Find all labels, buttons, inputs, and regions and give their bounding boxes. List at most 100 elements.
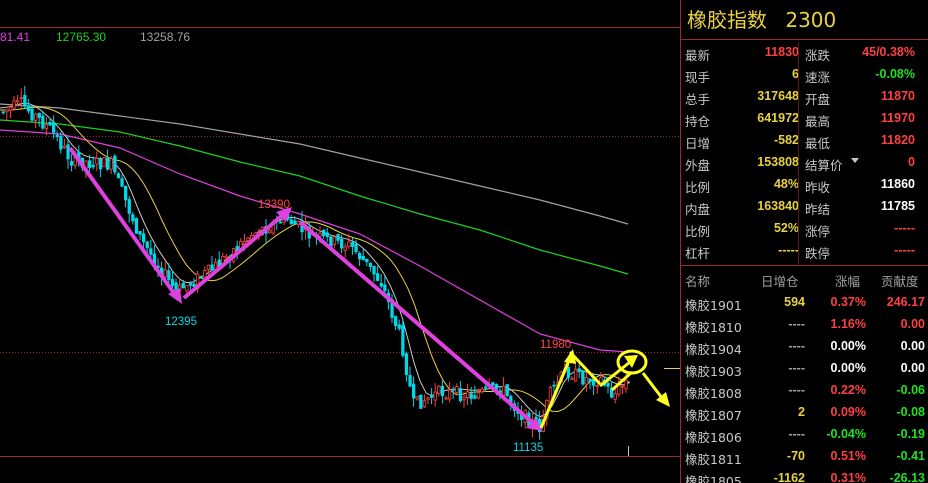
candle-body — [321, 229, 326, 236]
candle-body — [102, 157, 106, 168]
contract-row[interactable]: 橡胶1903 ---- 0.00% 0.00 — [681, 358, 928, 380]
yellow-arrow-1-shaft — [539, 357, 572, 429]
candle-body — [422, 400, 427, 408]
candle-body — [52, 121, 56, 133]
quote-label: 外盘 — [685, 158, 711, 173]
header-daily-oi[interactable]: 日增仓 — [761, 271, 799, 290]
candle-body — [289, 219, 293, 225]
panel-title: 橡胶指数 2300 — [681, 0, 928, 40]
contract-row[interactable]: 橡胶1808 ---- 0.22% -0.06 — [681, 380, 928, 402]
contract-row[interactable]: 橡胶1807 2 0.09% -0.08 — [681, 402, 928, 424]
header-change-pct[interactable]: 涨幅 — [835, 271, 860, 290]
candlesticks — [1, 85, 628, 440]
kline-chart[interactable]: 13390 12395 11980 11135 81.41 12765.30 1… — [0, 0, 680, 483]
candle-body — [170, 279, 175, 286]
contract-change-pct: 0.22% — [830, 383, 866, 397]
candle-body — [592, 379, 596, 386]
contract-row[interactable]: 橡胶1901 594 0.37% 246.17 — [681, 292, 928, 314]
contract-row[interactable]: 橡胶1806 ---- -0.04% -0.19 — [681, 424, 928, 446]
contract-name: 橡胶1808 — [685, 386, 742, 401]
quote-value: 11820 — [880, 133, 915, 147]
quote-label: 比例 — [685, 224, 711, 239]
candle-body — [584, 376, 589, 385]
moving-averages — [0, 102, 631, 418]
candle-body — [181, 282, 185, 289]
candle-body — [106, 157, 110, 170]
contract-change-pct: 1.16% — [830, 317, 866, 331]
candle-body — [149, 248, 153, 255]
quote-value: 11870 — [880, 89, 915, 103]
candle-body — [393, 316, 398, 326]
candle-body — [1, 111, 5, 114]
settlement-dropdown-icon[interactable] — [851, 158, 859, 163]
candle-body — [131, 214, 135, 222]
contract-name: 橡胶1901 — [685, 298, 742, 313]
candle-body — [203, 270, 207, 278]
quote-label: 昨结 — [805, 202, 831, 217]
candle-body — [278, 221, 283, 224]
contract-row[interactable]: 橡胶1811 -70 0.51% -0.41 — [681, 446, 928, 468]
contract-daily-oi: 594 — [784, 295, 805, 309]
candle-body — [138, 231, 142, 235]
candle-body — [437, 385, 441, 394]
candle-body — [462, 396, 466, 401]
quote-row: 比例 48% 昨收 11860 — [681, 174, 928, 196]
contract-contribution: -0.41 — [896, 449, 926, 463]
candle-body — [325, 232, 329, 237]
contract-daily-oi: ---- — [788, 427, 805, 441]
ma-label-1: 81.41 — [0, 30, 31, 44]
quote-row: 总手 317648 开盘 11870 — [681, 86, 928, 108]
candle-body — [505, 384, 509, 396]
candle-body — [357, 252, 362, 260]
contract-row[interactable]: 橡胶1810 ---- 1.16% 0.00 — [681, 314, 928, 336]
candle-body — [411, 383, 416, 399]
candle-body — [141, 233, 146, 243]
candle-body — [116, 173, 121, 179]
contract-row[interactable]: 橡胶1805 -1162 0.31% -26.13 — [681, 468, 928, 483]
quote-row: 日增 -582 最低 11820 — [681, 130, 928, 152]
quote-label: 持仓 — [685, 114, 711, 129]
contract-name: 橡胶1807 — [685, 408, 742, 423]
candle-body — [8, 106, 13, 111]
candle-body — [476, 392, 481, 399]
candle-body — [224, 255, 229, 259]
candle-body — [26, 105, 31, 112]
candle-body — [5, 109, 9, 113]
candle-body — [70, 161, 74, 166]
candle-body — [465, 391, 470, 398]
quote-grid: 最新 11830 涨跌 45/0.38% 现手 6 速涨 -0.08% 总手 317648 开盘 11… — [681, 40, 928, 266]
contract-daily-oi: ---- — [788, 383, 805, 397]
kline-chart-svg[interactable]: 13390 12395 11980 11135 — [0, 0, 680, 483]
candle-body — [588, 378, 592, 382]
contract-row[interactable]: 橡胶1904 ---- 0.00% 0.00 — [681, 336, 928, 358]
annotation-low-2: 11135 — [513, 442, 543, 454]
quote-value: 0 — [908, 155, 915, 169]
header-contribution[interactable]: 贡献度 — [881, 271, 919, 290]
ma-label-3: 13258.76 — [140, 30, 191, 44]
candle-body — [55, 134, 59, 137]
header-name[interactable]: 名称 — [685, 271, 710, 290]
candle-body — [242, 241, 247, 245]
candle-body — [415, 395, 419, 400]
candle-body — [188, 283, 193, 286]
candle-body — [48, 121, 52, 126]
quote-row: 比例 52% 涨停 ----- — [681, 218, 928, 240]
candle-body — [98, 158, 103, 170]
candle-body — [372, 265, 376, 275]
ma-green-line — [0, 119, 629, 275]
quote-value: 48% — [773, 177, 799, 191]
candle-body — [318, 232, 322, 237]
quote-label: 日增 — [685, 136, 711, 151]
candle-body — [581, 370, 585, 385]
candle-body — [447, 389, 452, 400]
quote-label: 内盘 — [685, 202, 711, 217]
candle-body — [433, 391, 437, 401]
candle-body — [120, 178, 124, 187]
contract-contribution: 0.00 — [900, 339, 925, 353]
quote-value: -582 — [773, 133, 799, 147]
candle-body — [91, 164, 95, 168]
candle-body — [185, 285, 189, 292]
candle-body — [397, 324, 401, 329]
candle-body — [365, 258, 369, 263]
quote-label: 结算价 — [805, 158, 843, 173]
